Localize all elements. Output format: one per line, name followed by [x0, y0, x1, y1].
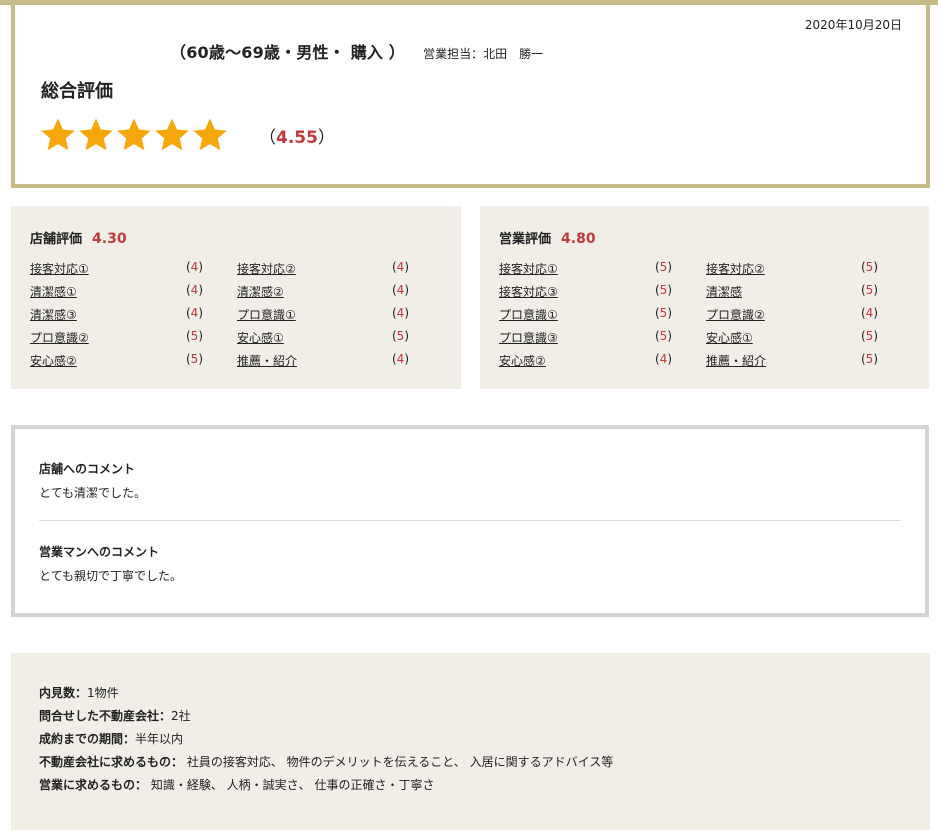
eval-item-score: (4): [391, 352, 409, 366]
eval-item: 清潔感① (4): [30, 283, 203, 301]
reviewer-header: （60歳〜69歳・男性・ 購入 ） 営業担当：北田 勝一: [170, 39, 543, 63]
star-icon: [191, 116, 229, 154]
eval-item-link[interactable]: 安心感①: [706, 329, 753, 346]
reviewer-profile: （60歳〜69歳・男性・ 購入 ）: [170, 43, 406, 62]
eval-item-score: (5): [654, 329, 672, 343]
info-row: 成約までの期間：半年以内: [39, 732, 184, 746]
overall-score-value: 4.55: [276, 127, 318, 148]
comments-card: 店舗へのコメント とても清潔でした。 営業マンへのコメント とても親切で丁寧でし…: [11, 425, 929, 617]
sales-eval-header: 営業評価 4.80: [499, 228, 596, 247]
eval-item: 接客対応② (5): [706, 260, 878, 278]
review-summary-card: 2020年10月20日 （60歳〜69歳・男性・ 購入 ） 営業担当：北田 勝一…: [11, 5, 930, 188]
eval-item-link[interactable]: 安心感②: [499, 352, 546, 369]
eval-item-link[interactable]: 清潔感①: [30, 283, 77, 300]
eval-item-link[interactable]: 接客対応②: [706, 260, 765, 277]
eval-item-score: (5): [654, 306, 672, 320]
eval-item-link[interactable]: プロ意識①: [499, 306, 558, 323]
eval-item: 安心感② (5): [30, 352, 203, 370]
eval-item-score: (5): [654, 283, 672, 297]
eval-item-link[interactable]: 接客対応③: [499, 283, 558, 300]
info-row: 問合せした不動産会社：2社: [39, 709, 191, 723]
sales-staff-name: 営業担当：北田 勝一: [423, 47, 544, 61]
eval-item: 清潔感③ (4): [30, 306, 203, 324]
eval-item-link[interactable]: 接客対応②: [237, 260, 296, 277]
info-row: 営業に求めるもの： 知識・経験、 人柄・誠実さ、 仕事の正確さ・丁寧さ: [39, 778, 435, 792]
store-eval-title: 店舗評価: [30, 232, 83, 247]
eval-item: 推薦・紹介 (4): [237, 352, 409, 370]
star-icon: [115, 116, 153, 154]
eval-item: 接客対応③ (5): [499, 283, 672, 301]
eval-item-link[interactable]: 接客対応①: [499, 260, 558, 277]
store-comment-title: 店舗へのコメント: [39, 462, 136, 476]
eval-item: 安心感② (4): [499, 352, 672, 370]
eval-item-score: (5): [185, 329, 203, 343]
customer-info-panel: 内見数：1物件 問合せした不動産会社：2社 成約までの期間：半年以内 不動産会社…: [11, 653, 930, 830]
eval-item-score: (5): [860, 329, 878, 343]
sales-comment-title: 営業マンへのコメント: [39, 545, 160, 559]
eval-item-link[interactable]: プロ意識②: [30, 329, 89, 346]
eval-item-link[interactable]: 安心感①: [237, 329, 284, 346]
store-eval-score: 4.30: [92, 231, 127, 247]
eval-item-link[interactable]: 清潔感③: [30, 306, 77, 323]
star-icon: [153, 116, 191, 154]
eval-item-link[interactable]: プロ意識①: [237, 306, 296, 323]
eval-item-score: (4): [391, 260, 409, 274]
eval-item-link[interactable]: プロ意識③: [499, 329, 558, 346]
eval-item: プロ意識① (5): [499, 306, 672, 324]
eval-item: 清潔感 (5): [706, 283, 878, 301]
eval-item-score: (4): [391, 306, 409, 320]
overall-score: （4.55）: [259, 127, 335, 148]
sales-comment-text: とても親切で丁寧でした。: [39, 569, 183, 583]
eval-item-link[interactable]: 清潔感: [706, 283, 742, 300]
eval-item-link[interactable]: 安心感②: [30, 352, 77, 369]
eval-item: プロ意識① (4): [237, 306, 409, 324]
eval-item-score: (5): [654, 260, 672, 274]
eval-item-score: (4): [185, 306, 203, 320]
eval-item-score: (5): [391, 329, 409, 343]
store-evaluation-panel: 店舗評価 4.30 接客対応① (4) 接客対応② (4) 清潔感① (4) 清潔感② (4)…: [11, 206, 461, 389]
eval-item-score: (5): [860, 352, 878, 366]
overall-stars: （4.55）: [39, 116, 335, 154]
eval-item-score: (5): [860, 283, 878, 297]
sales-evaluation-panel: 営業評価 4.80 接客対応① (5) 接客対応② (5) 接客対応③ (5) 清潔感 (5)…: [480, 206, 929, 389]
eval-item: プロ意識② (5): [30, 329, 203, 347]
eval-item-score: (5): [185, 352, 203, 366]
eval-item-score: (4): [860, 306, 878, 320]
review-date: 2020年10月20日: [804, 18, 902, 32]
eval-item-score: (5): [860, 260, 878, 274]
star-icon: [39, 116, 77, 154]
eval-item-score: (4): [185, 283, 203, 297]
eval-item-link[interactable]: 推薦・紹介: [706, 352, 766, 369]
info-row: 内見数：1物件: [39, 686, 119, 700]
eval-item-link[interactable]: 推薦・紹介: [237, 352, 297, 369]
eval-item-link[interactable]: 接客対応①: [30, 260, 89, 277]
eval-item-link[interactable]: プロ意識②: [706, 306, 765, 323]
eval-item: 安心感① (5): [237, 329, 409, 347]
sales-eval-score: 4.80: [561, 231, 596, 247]
eval-item-score: (4): [654, 352, 672, 366]
eval-item: 接客対応① (4): [30, 260, 203, 278]
eval-item-score: (4): [185, 260, 203, 274]
eval-item: 清潔感② (4): [237, 283, 409, 301]
comment-divider: [39, 520, 901, 521]
eval-item: 推薦・紹介 (5): [706, 352, 878, 370]
star-icon: [77, 116, 115, 154]
store-comment-text: とても清潔でした。: [39, 486, 147, 500]
eval-item: プロ意識② (4): [706, 306, 878, 324]
info-row: 不動産会社に求めるもの： 社員の接客対応、 物件のデメリットを伝えること、 入居…: [39, 755, 614, 769]
eval-item: 接客対応① (5): [499, 260, 672, 278]
overall-rating-title: 総合評価: [41, 81, 113, 102]
eval-item-link[interactable]: 清潔感②: [237, 283, 284, 300]
eval-item: 接客対応② (4): [237, 260, 409, 278]
eval-item-score: (4): [391, 283, 409, 297]
eval-item: 安心感① (5): [706, 329, 878, 347]
sales-eval-title: 営業評価: [499, 232, 552, 247]
eval-item: プロ意識③ (5): [499, 329, 672, 347]
store-eval-header: 店舗評価 4.30: [30, 228, 127, 247]
